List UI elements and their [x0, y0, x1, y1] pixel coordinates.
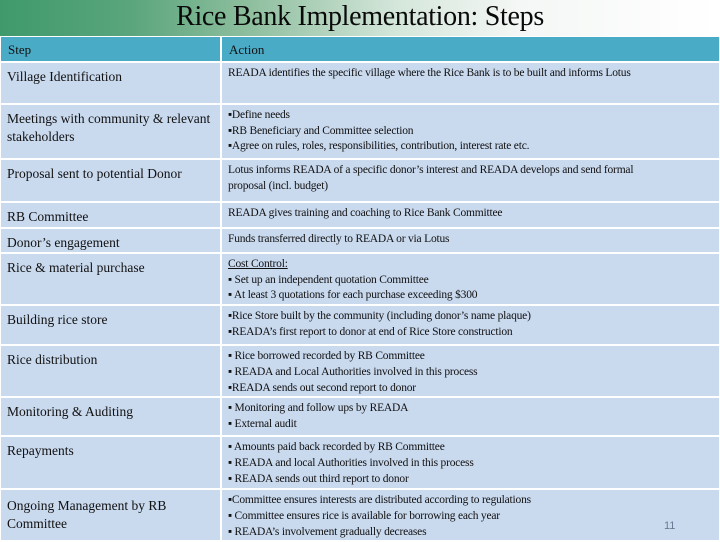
- action-line: ▪ At least 3 quotations for each purchas…: [228, 289, 478, 302]
- step-cell: Donor’s engagement: [1, 229, 222, 254]
- action-line: proposal (incl. budget): [228, 179, 328, 192]
- action-line: ▪Rice Store built by the community (incl…: [228, 310, 531, 323]
- action-line: ▪Define needs: [228, 109, 290, 121]
- action-line: ▪Agree on rules, roles, responsibilities…: [228, 140, 530, 153]
- action-cell: ▪Committee ensures interests are distrib…: [222, 490, 719, 542]
- action-cell: ▪ Amounts paid back recorded by RB Commi…: [222, 437, 719, 491]
- action-line: Lotus informs READA of a specific donor’…: [228, 164, 634, 176]
- action-line: ▪READA sends out second report to donor: [228, 381, 416, 394]
- step-cell: Village Identification: [1, 63, 222, 105]
- action-cell: Cost Control: ▪ Set up an independent quo…: [222, 254, 719, 307]
- step-cell: RB Committee: [1, 203, 222, 229]
- action-line: ▪ Amounts paid back recorded by RB Commi…: [228, 441, 445, 454]
- action-line: ▪ External audit: [228, 417, 297, 430]
- step-label: Donor’s engagement: [7, 235, 120, 250]
- step-cell: Building rice store: [1, 306, 222, 347]
- step-label: RB Committee: [7, 209, 89, 224]
- table-row: Donor’s engagement Funds transferred dire…: [1, 229, 719, 254]
- action-line: READA identifies the specific village wh…: [228, 67, 631, 79]
- table-row: Proposal sent to potential Donor Lotus in…: [1, 160, 719, 203]
- action-line: ▪ READA and Local Authorities involved i…: [228, 365, 478, 378]
- action-line: READA gives training and coaching to Ric…: [228, 207, 503, 219]
- table-row: Repayments ▪ Amounts paid back recorded b…: [1, 437, 719, 491]
- table-row: Village Identification READA identifies t…: [1, 63, 719, 105]
- steps-table: Step Action Village Identification READA …: [1, 37, 719, 542]
- action-line: ▪ Rice borrowed recorded by RB Committee: [228, 350, 425, 363]
- slide-title: Rice Bank Implementation: Steps: [176, 1, 544, 32]
- page-number: 11: [664, 520, 676, 532]
- step-label: Village Identification: [7, 69, 123, 84]
- action-line: ▪READA’s first report to donor at end of…: [228, 325, 513, 338]
- action-line: ▪ Monitoring and follow ups by READA: [228, 402, 409, 415]
- table-header-row: Step Action: [1, 37, 719, 63]
- step-cell: Proposal sent to potential Donor: [1, 160, 222, 203]
- action-line: ▪ Committee ensures rice is available fo…: [228, 509, 500, 522]
- action-cell: ▪Define needs ▪RB Beneficiary and Committ…: [222, 105, 719, 160]
- action-cell: ▪ Monitoring and follow ups by READA ▪ Ex…: [222, 398, 719, 438]
- action-heading: Cost Control:: [228, 258, 288, 270]
- header-action: Action: [222, 37, 719, 63]
- action-line: ▪ READA’s involvement gradually decrease…: [228, 525, 427, 538]
- action-cell: ▪Rice Store built by the community (incl…: [222, 306, 719, 347]
- action-cell: READA identifies the specific village wh…: [222, 63, 719, 105]
- action-line: ▪Committee ensures interests are distrib…: [228, 494, 531, 507]
- step-cell: Ongoing Management by RB Committee: [1, 490, 222, 542]
- action-cell: Funds transferred directly to READA or v…: [222, 229, 719, 254]
- step-label: Meetings with community & relevant stake…: [7, 111, 211, 144]
- step-label: Repayments: [7, 443, 74, 459]
- step-label: Ongoing Management by RB Committee: [7, 498, 167, 532]
- step-label: Proposal sent to potential Donor: [7, 166, 182, 181]
- header-step: Step: [1, 37, 222, 63]
- table-row: Monitoring & Auditing ▪ Monitoring and fo…: [1, 398, 719, 438]
- step-cell: Meetings with community & relevant stake…: [1, 105, 222, 160]
- table-row: Meetings with community & relevant stake…: [1, 105, 719, 160]
- action-line: ▪ READA and local Authorities involved i…: [228, 456, 474, 469]
- action-cell: ▪ Rice borrowed recorded by RB Committee…: [222, 346, 719, 399]
- step-cell: Rice distribution: [1, 346, 222, 399]
- action-line: ▪ READA sends out third report to donor: [228, 472, 409, 485]
- action-line: Funds transferred directly to READA or v…: [228, 233, 450, 245]
- step-label: Rice & material purchase: [7, 260, 145, 275]
- step-cell: Repayments: [1, 437, 222, 491]
- table-row: Building rice store ▪Rice Store built by …: [1, 306, 719, 347]
- step-cell: Monitoring & Auditing: [1, 398, 222, 438]
- step-label: Monitoring & Auditing: [7, 404, 134, 420]
- table-row: Rice & material purchase Cost Control: ▪ S…: [1, 254, 719, 307]
- action-line: ▪RB Beneficiary and Committee selection: [228, 124, 414, 137]
- table-row: Rice distribution ▪ Rice borrowed recorde…: [1, 346, 719, 399]
- action-cell: READA gives training and coaching to Ric…: [222, 203, 719, 229]
- step-label: Rice distribution: [7, 352, 98, 368]
- step-label: Building rice store: [7, 312, 108, 328]
- table-row: RB Committee READA gives training and coa…: [1, 203, 719, 229]
- table-row: Ongoing Management by RB Committee ▪Commi…: [1, 490, 719, 542]
- step-cell: Rice & material purchase: [1, 254, 222, 307]
- action-line: ▪ Set up an independent quotation Commit…: [228, 273, 429, 286]
- action-cell: Lotus informs READA of a specific donor’…: [222, 160, 719, 203]
